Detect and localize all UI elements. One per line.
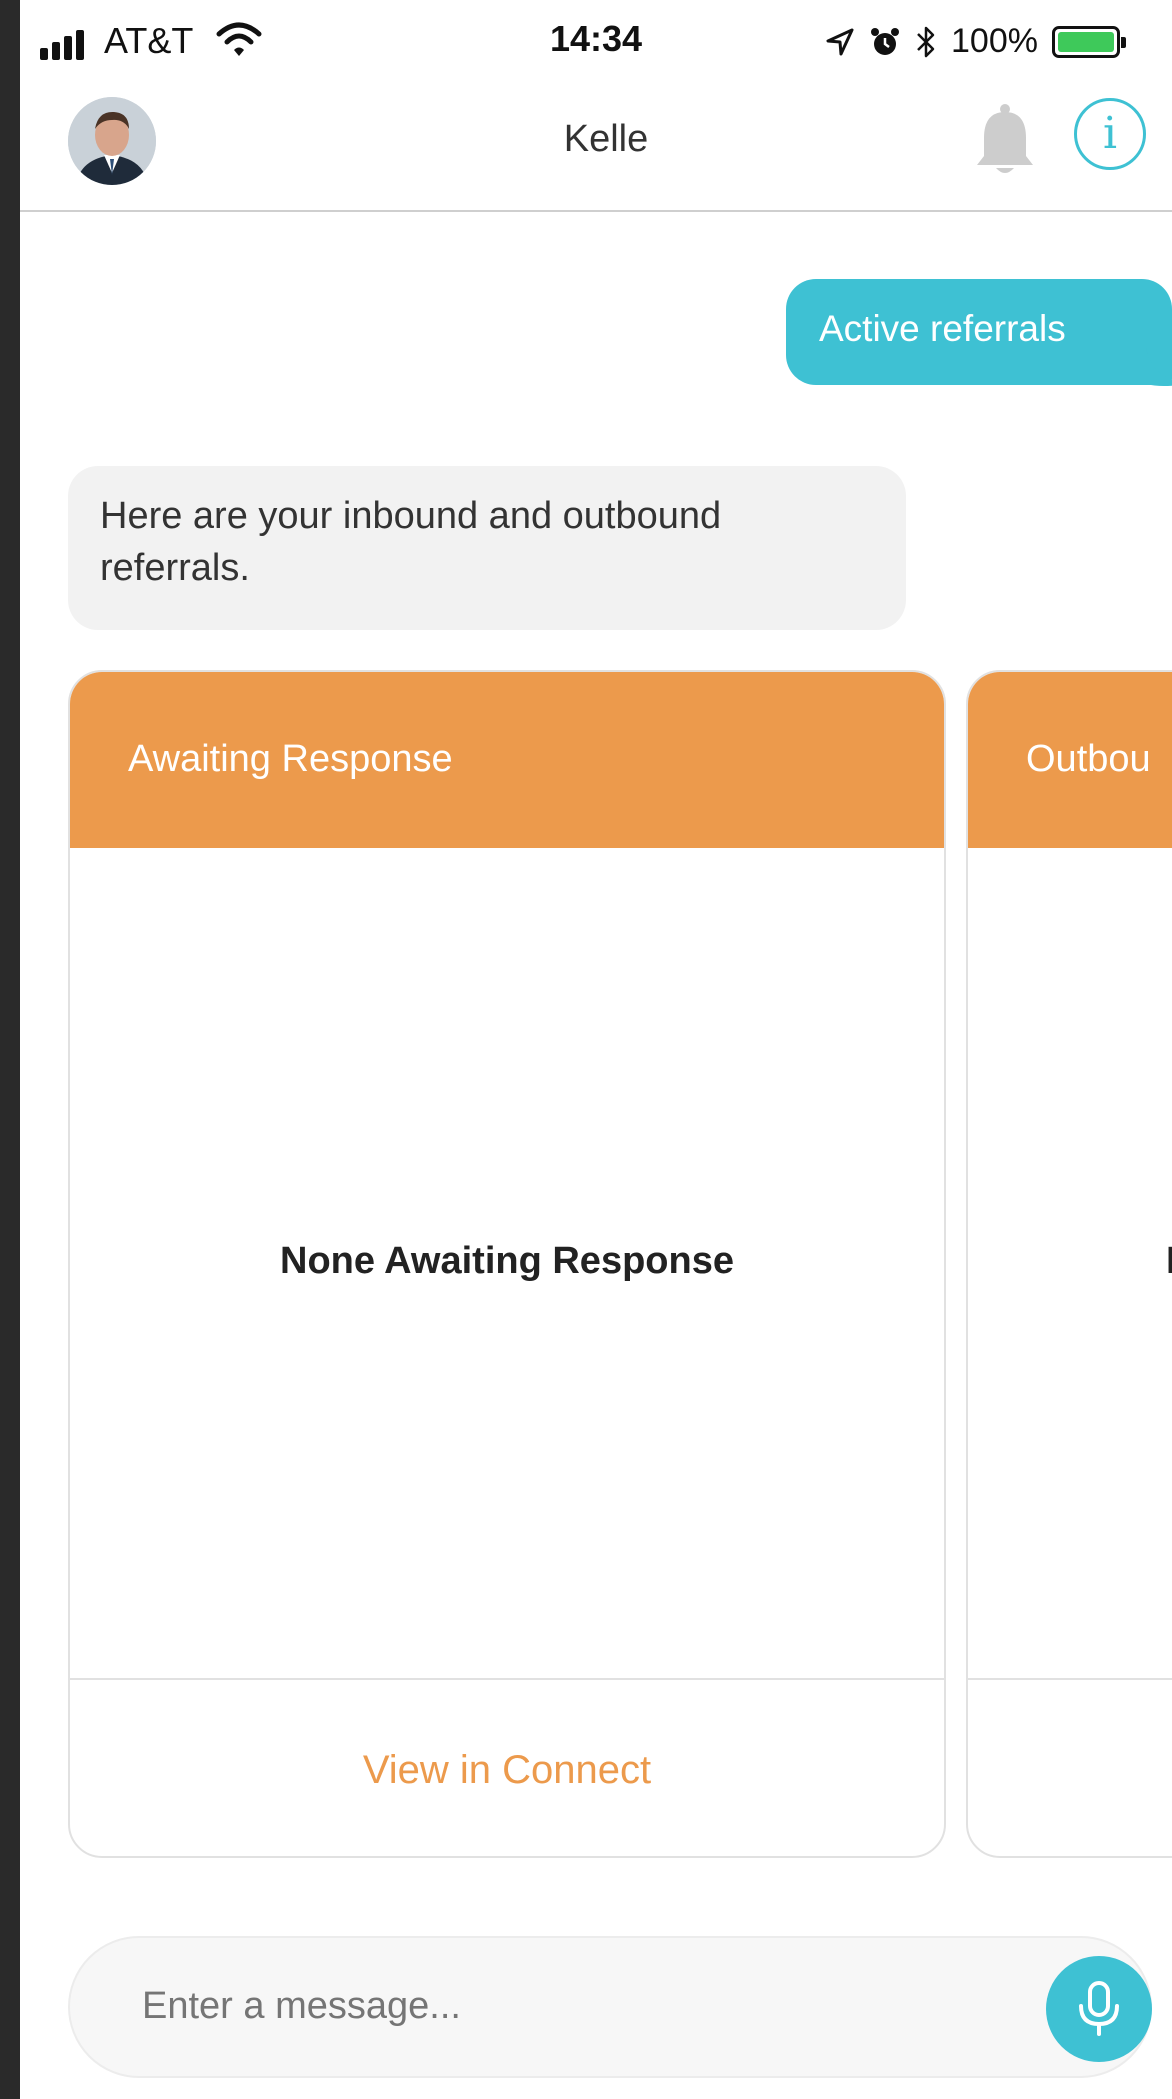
- bot-message-text: Here are your inbound and outbound refer…: [100, 495, 722, 589]
- signal-icon: [40, 30, 84, 60]
- battery-percent: 100%: [951, 22, 1038, 60]
- message-input[interactable]: [140, 1984, 964, 2029]
- location-arrow-icon: [826, 28, 854, 55]
- bluetooth-icon: [917, 26, 935, 57]
- microphone-icon: [1079, 1981, 1119, 2036]
- bell-icon[interactable]: [970, 102, 1040, 178]
- card-header-title: Outbou: [1026, 738, 1151, 780]
- bubble-tail: [1146, 348, 1172, 386]
- bot-message-bubble: Here are your inbound and outbound refer…: [68, 466, 906, 630]
- card-empty-message: I: [1166, 1240, 1172, 1283]
- card-body: [968, 848, 1172, 1350]
- avatar[interactable]: [68, 97, 156, 185]
- app-screen: AT&T 14:34 100% Kelle i Active referrals…: [20, 0, 1172, 2099]
- referral-card-awaiting: Awaiting Response None Awaiting Response…: [68, 670, 946, 1858]
- card-divider: [968, 1678, 1172, 1680]
- info-icon[interactable]: i: [1074, 98, 1146, 170]
- battery-icon: [1051, 25, 1126, 58]
- alarm-icon: [871, 27, 899, 55]
- message-composer: [68, 1936, 1152, 2078]
- status-bar: AT&T 14:34 100%: [20, 0, 1172, 72]
- card-header: Awaiting Response: [70, 672, 944, 848]
- card-empty-message: None Awaiting Response: [280, 1240, 734, 1282]
- card-header: Outbou: [968, 672, 1172, 848]
- user-message-bubble: Active referrals: [786, 279, 1172, 385]
- user-message-text: Active referrals: [819, 308, 1066, 349]
- status-right-group: 100%: [825, 22, 1126, 61]
- carrier-label: AT&T: [104, 20, 194, 61]
- wifi-icon: [216, 22, 262, 56]
- card-divider: [70, 1678, 944, 1680]
- chat-header: Kelle i: [20, 72, 1172, 212]
- referral-card-outbound: Outbou I: [966, 670, 1172, 1858]
- microphone-button[interactable]: [1046, 1956, 1152, 2062]
- card-header-title: Awaiting Response: [128, 738, 453, 780]
- view-in-connect-link[interactable]: View in Connect: [70, 1748, 944, 1793]
